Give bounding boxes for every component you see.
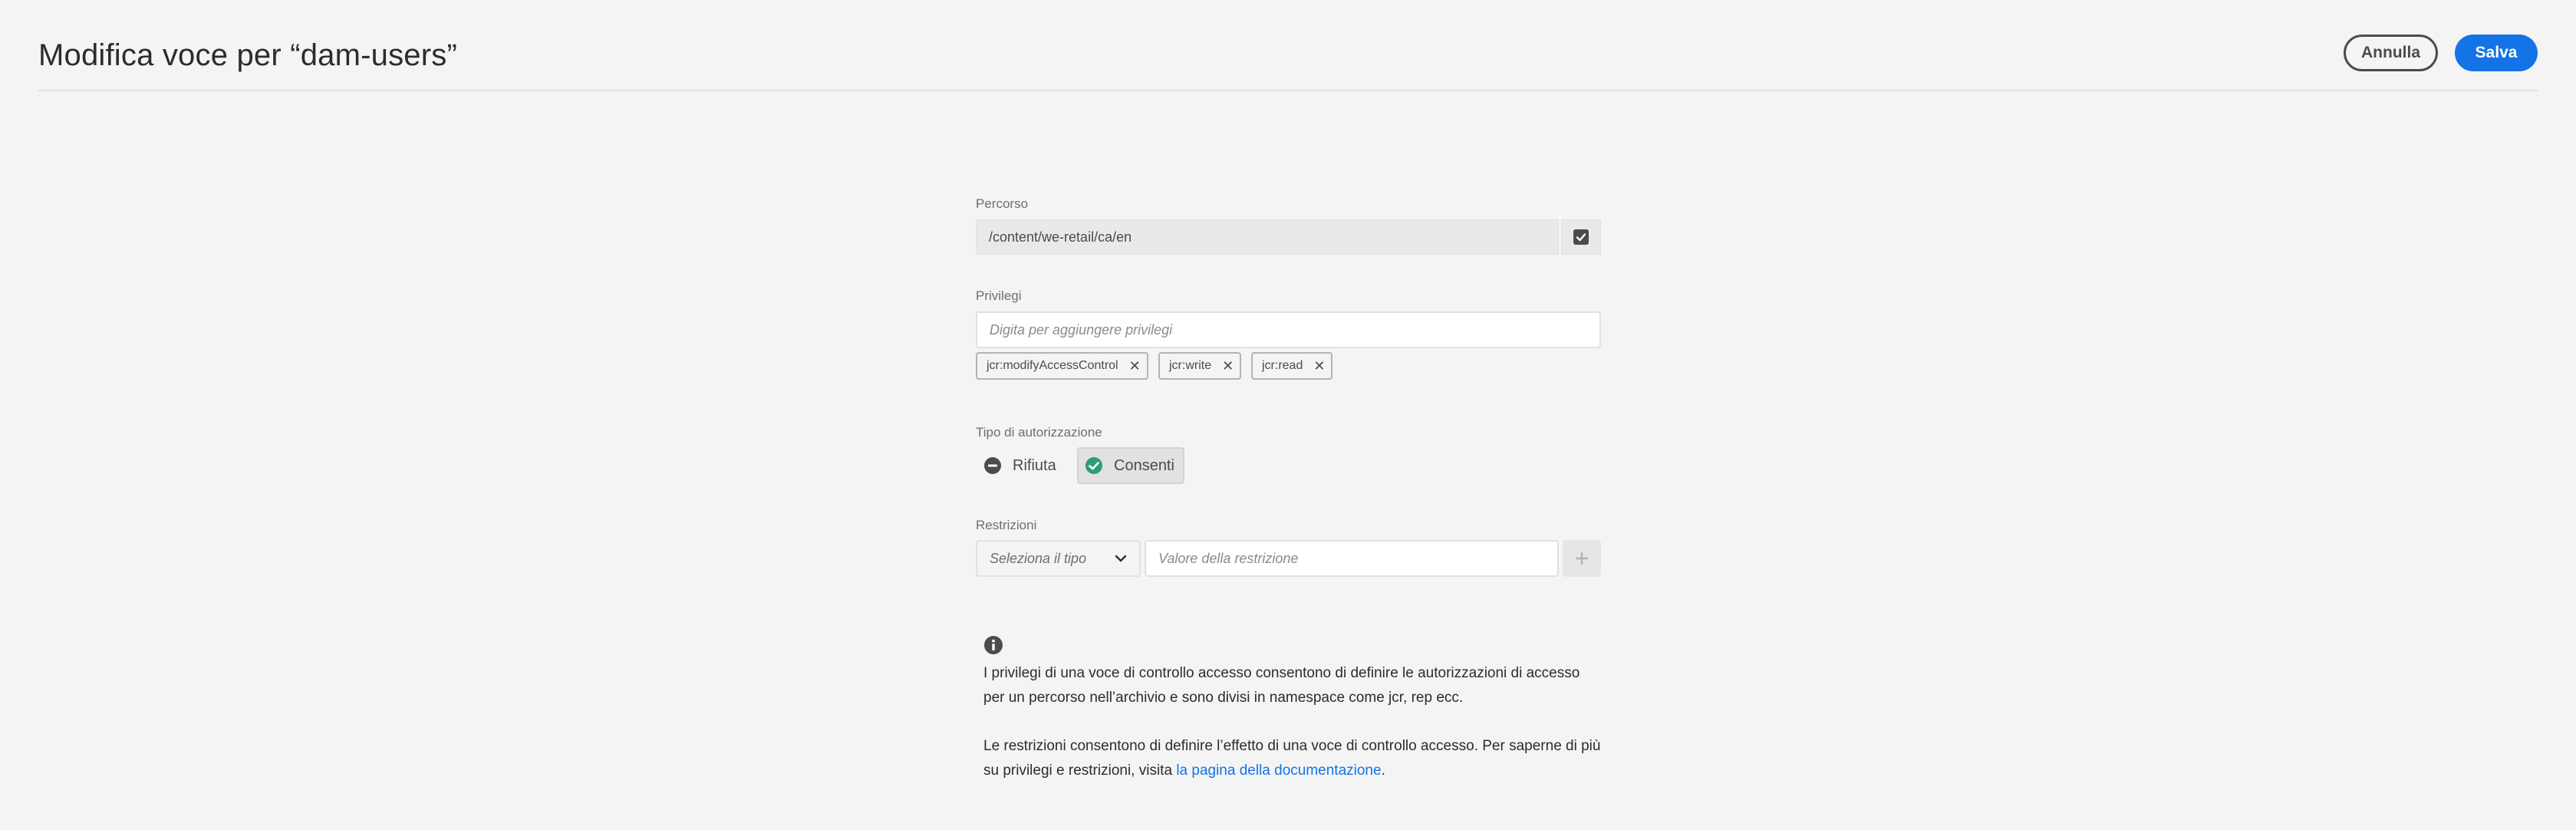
remove-tag-icon[interactable]: ✕ <box>1129 359 1141 373</box>
privileges-label: Privilegi <box>976 288 1022 303</box>
remove-tag-icon[interactable]: ✕ <box>1222 359 1234 373</box>
documentation-link[interactable]: la pagina della documentazione <box>1176 762 1381 779</box>
privileges-input[interactable] <box>976 311 1601 348</box>
allow-option[interactable]: Consenti <box>1077 447 1184 484</box>
privilege-tag: jcr:write ✕ <box>1158 352 1242 380</box>
page-header: Modifica voce per “dam-users” Annulla Sa… <box>38 0 2538 91</box>
deny-option[interactable]: Rifiuta <box>976 447 1076 484</box>
info-restrictions-suffix: . <box>1381 762 1385 779</box>
restriction-value-input[interactable] <box>1145 540 1559 577</box>
auth-type-label: Tipo di autorizzazione <box>976 425 1102 440</box>
cancel-button[interactable]: Annulla <box>2344 35 2438 71</box>
allow-label: Consenti <box>1114 456 1174 474</box>
allow-check-icon <box>1085 457 1102 474</box>
path-label: Percorso <box>976 196 1029 211</box>
plus-icon <box>1575 552 1589 565</box>
deny-icon <box>984 457 1001 474</box>
path-field: /content/we-retail/ca/en <box>976 219 1559 255</box>
info-restrictions-text: Le restrizioni consentono di definire l’… <box>983 734 1601 783</box>
remove-tag-icon[interactable]: ✕ <box>1313 359 1325 373</box>
restriction-type-placeholder: Seleziona il tipo <box>990 550 1087 566</box>
privilege-tag: jcr:modifyAccessControl ✕ <box>976 352 1148 380</box>
deny-label: Rifiuta <box>1013 456 1056 474</box>
add-restriction-button[interactable] <box>1563 540 1601 577</box>
info-icon <box>984 636 1003 654</box>
privilege-tag-label: jcr:write <box>1169 359 1212 372</box>
privilege-tag: jcr:read ✕ <box>1251 352 1333 380</box>
path-checkbox[interactable] <box>1561 219 1601 255</box>
privilege-tag-label: jcr:modifyAccessControl <box>987 359 1118 372</box>
chevron-down-icon <box>1115 555 1127 562</box>
info-privileges-text: I privilegi di una voce di controllo acc… <box>983 665 1580 706</box>
restriction-type-select[interactable]: Seleziona il tipo <box>976 540 1141 577</box>
restrictions-label: Restrizioni <box>976 518 1037 532</box>
checkmark-icon <box>1573 229 1589 245</box>
save-button[interactable]: Salva <box>2455 35 2538 71</box>
privilege-tag-label: jcr:read <box>1262 359 1303 372</box>
path-value: /content/we-retail/ca/en <box>989 229 1132 245</box>
page-title: Modifica voce per “dam-users” <box>38 38 457 72</box>
